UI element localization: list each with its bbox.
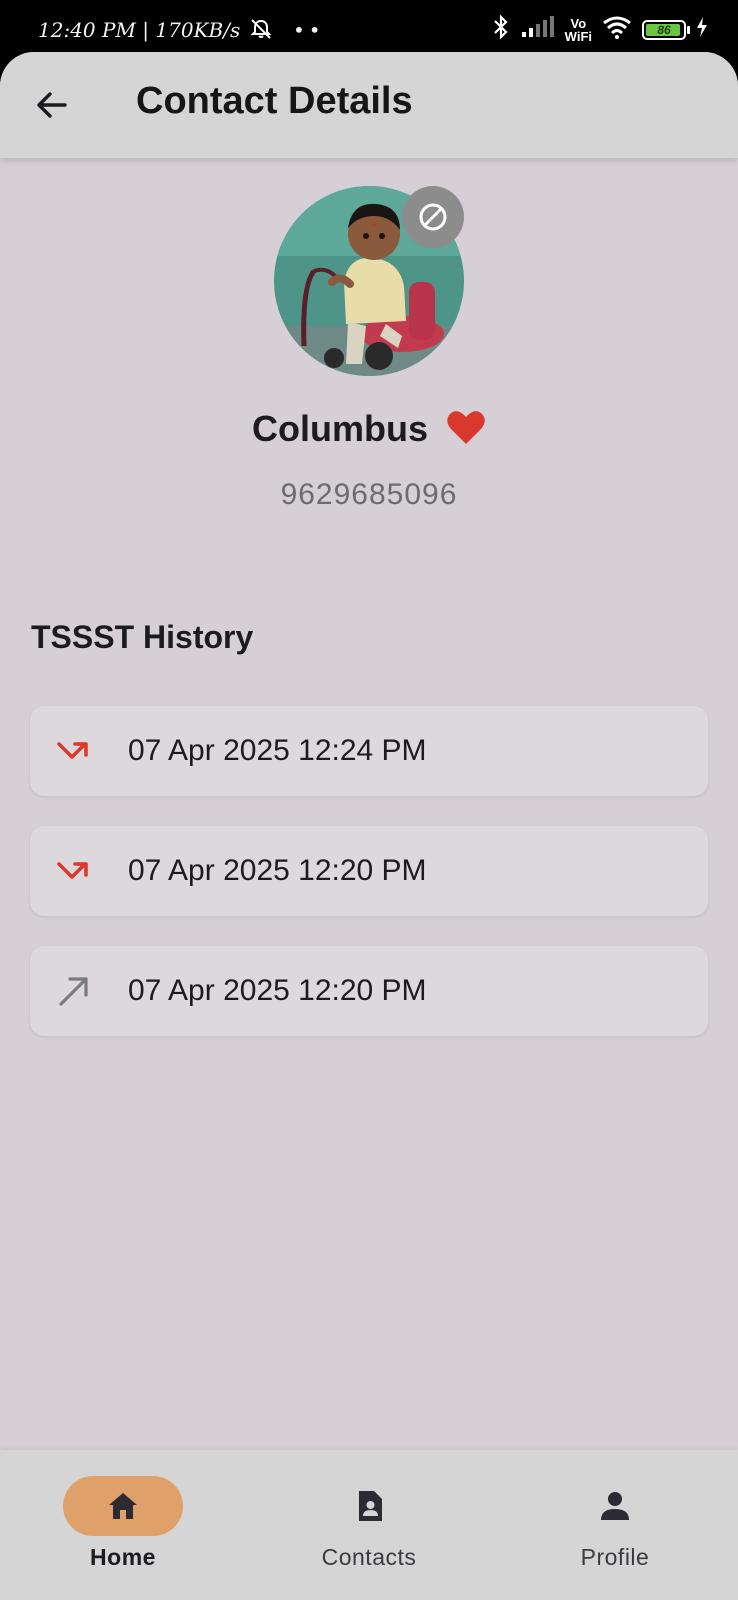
history-item[interactable]: 07 Apr 2025 12:24 PM [30,706,708,796]
status-time: 12:40 PM [38,18,136,42]
charging-icon [696,16,708,43]
incoming-call-arrow-icon [57,862,88,879]
wifi-icon [602,15,632,44]
status-bar: 12:40 PM | 170KB/s •• Vo WiFi 86 [0,0,738,52]
nav-item-contacts[interactable]: Contacts [246,1450,492,1600]
app-bar: Contact Details [0,52,738,158]
contact-name: Columbus [252,408,428,449]
status-left: 12:40 PM | 170KB/s •• [38,18,325,45]
person-icon [601,1492,629,1520]
page-title: Contact Details [136,80,413,122]
battery-icon: 86 [642,19,690,40]
block-icon [419,203,447,231]
nav-label-home: Home [90,1544,156,1570]
battery-level: 86 [657,22,671,37]
nav-label-profile: Profile [580,1544,650,1570]
contact-name-row: Columbus [0,408,738,450]
heart-icon [447,410,485,444]
favorite-button[interactable] [446,409,486,450]
history-time: 07 Apr 2025 12:24 PM [128,734,427,767]
nav-label-contacts: Contacts [321,1544,417,1570]
nav-item-profile[interactable]: Profile [492,1450,738,1600]
history-time: 07 Apr 2025 12:20 PM [128,854,427,887]
history-section-title: TSSST History [31,619,254,655]
block-contact-button[interactable] [402,186,464,248]
bottom-navigation: Home Contacts Profile [0,1450,738,1600]
app-screen: Contact Details Columbus 9629685096 TSSS… [0,52,738,1600]
history-item[interactable]: 07 Apr 2025 12:20 PM [30,826,708,916]
vowifi-icon: Vo WiFi [564,15,592,44]
signal-icon [521,16,555,43]
muted-bell-icon [249,18,273,45]
more-notifications-icon: •• [292,18,325,42]
history-list: 07 Apr 2025 12:24 PM 07 Apr 2025 12:20 P… [30,706,708,1066]
status-right: Vo WiFi 86 [491,14,708,45]
home-icon [109,1493,137,1519]
nav-item-home[interactable]: Home [0,1450,246,1600]
network-speed: 170KB/s [155,18,241,42]
contact-phone: 9629685096 [280,478,458,511]
bluetooth-icon [491,14,511,45]
history-time: 07 Apr 2025 12:20 PM [128,974,427,1007]
arrow-back-icon [37,92,67,118]
outgoing-call-arrow-icon [59,977,88,1006]
back-button[interactable] [32,85,72,125]
contact-card-icon [359,1491,382,1521]
incoming-call-arrow-icon [57,742,88,759]
history-item[interactable]: 07 Apr 2025 12:20 PM [30,946,708,1036]
